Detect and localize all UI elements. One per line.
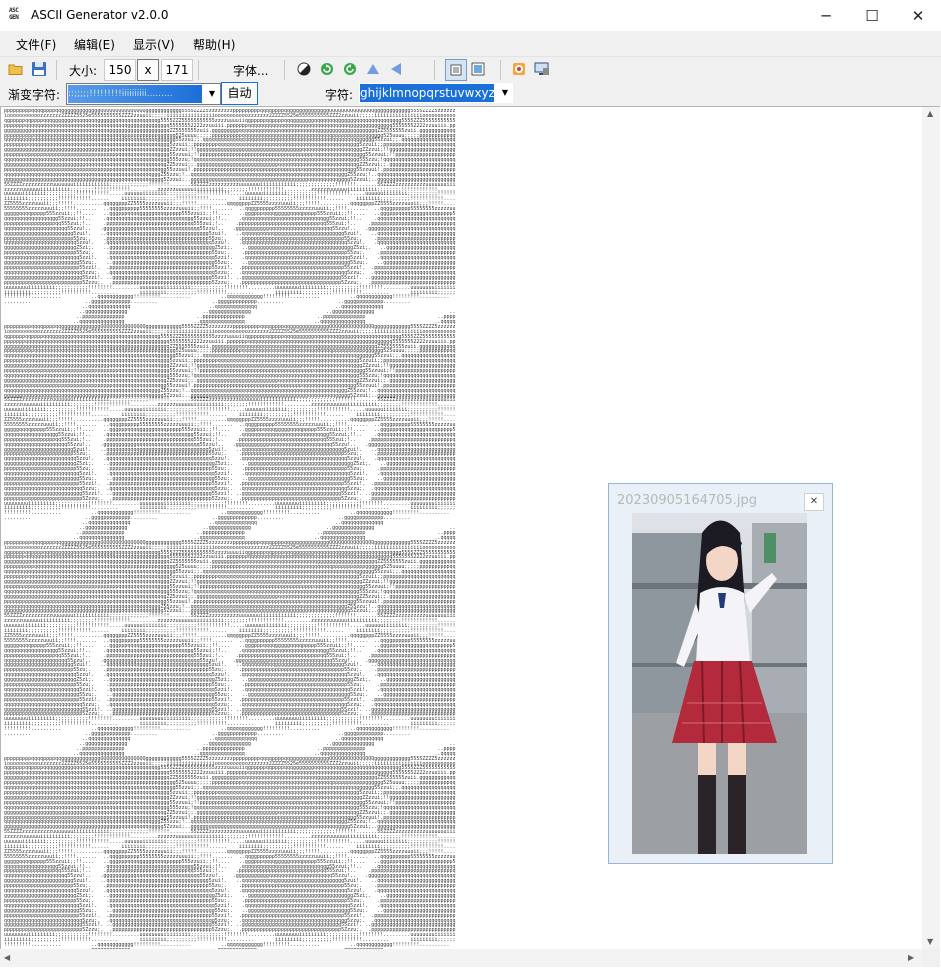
size-label: 大小: [69,64,98,78]
toolbar: 大小: 150 x 171 字体... [0,56,941,83]
chevron-down-icon[interactable]: ▼ [497,83,513,103]
gradient-chars-dropdown[interactable]: ::;;;;;!!!!!!!!!iiiiiiiiii......... ▼ [66,83,221,105]
open-folder-icon[interactable] [7,60,25,78]
color-palette-icon[interactable] [510,60,528,78]
window-title: ASCII Generator v2.0.0 [31,8,169,22]
scroll-left-icon[interactable]: ◀ [4,953,10,962]
flip-vertical-icon[interactable] [364,60,382,78]
rotate-cw-icon[interactable] [318,60,336,78]
toolbar-separator [500,60,501,80]
preview-title: 20230905164705.jpg [617,493,758,508]
maximize-button[interactable]: ☐ [849,0,895,31]
gradient-chars-label: 渐变字符: [8,88,61,102]
image-preview-window[interactable]: 20230905164705.jpg ✕ [608,483,833,864]
save-icon[interactable] [30,60,48,78]
chars-label: 字符: [325,88,354,102]
display-settings-icon[interactable] [533,60,551,78]
width-input[interactable]: 150 [104,59,136,81]
auto-button[interactable]: 自动 [221,82,258,105]
close-icon[interactable]: ✕ [804,493,824,511]
font-button[interactable]: 字体... [233,62,268,79]
text-view-icon[interactable] [445,59,467,81]
gradient-chars-value: ::;;;;;!!!!!!!!!iiiiiiiiii......... [68,85,202,103]
toolbar-separator [198,60,199,80]
toolbar-separator [284,60,285,80]
rotate-ccw-icon[interactable] [341,60,359,78]
invert-icon[interactable] [295,60,313,78]
chars-dropdown[interactable]: ghijklmnopqrstuvwxyz$ ▼ [359,83,513,103]
ascii-art-text[interactable]: pppppppppqqqqppppqqgggggggggggggQQQQQQQQ… [4,109,456,949]
menu-edit[interactable]: 编辑(E) [74,36,115,53]
toolbar-separator [56,60,57,80]
close-button[interactable]: ✕ [895,0,941,31]
chars-value[interactable]: ghijklmnopqrstuvwxyz$ [360,84,494,102]
scroll-down-icon[interactable]: ▼ [927,937,933,946]
scroll-up-icon[interactable]: ▲ [927,109,933,118]
horizontal-scrollbar[interactable]: ◀ ▶ [0,949,922,967]
height-input[interactable]: 171 [161,59,193,81]
menu-bar: 文件(F) 编辑(E) 显示(V) 帮助(H) [0,31,941,56]
scroll-right-icon[interactable]: ▶ [908,953,914,962]
lock-ratio-button[interactable]: x [137,59,159,81]
title-bar: ASC GEN ASCII Generator v2.0.0 ─ ☐ ✕ [0,0,941,32]
source-image [632,513,807,854]
scrollbar-corner [922,949,940,967]
vertical-scrollbar[interactable]: ▲ ▼ [922,107,940,949]
options-bar: 渐变字符: ::;;;;;!!!!!!!!!iiiiiiiiii........… [0,82,941,106]
flip-horizontal-icon[interactable] [387,60,405,78]
toolbar-separator [434,60,435,80]
menu-help[interactable]: 帮助(H) [193,36,235,53]
minimize-button[interactable]: ─ [803,0,849,31]
image-view-icon[interactable] [469,60,487,78]
app-logo-icon: ASC GEN [9,7,19,21]
menu-view[interactable]: 显示(V) [133,36,175,53]
chevron-down-icon[interactable]: ▼ [204,84,220,104]
menu-file[interactable]: 文件(F) [16,36,56,53]
